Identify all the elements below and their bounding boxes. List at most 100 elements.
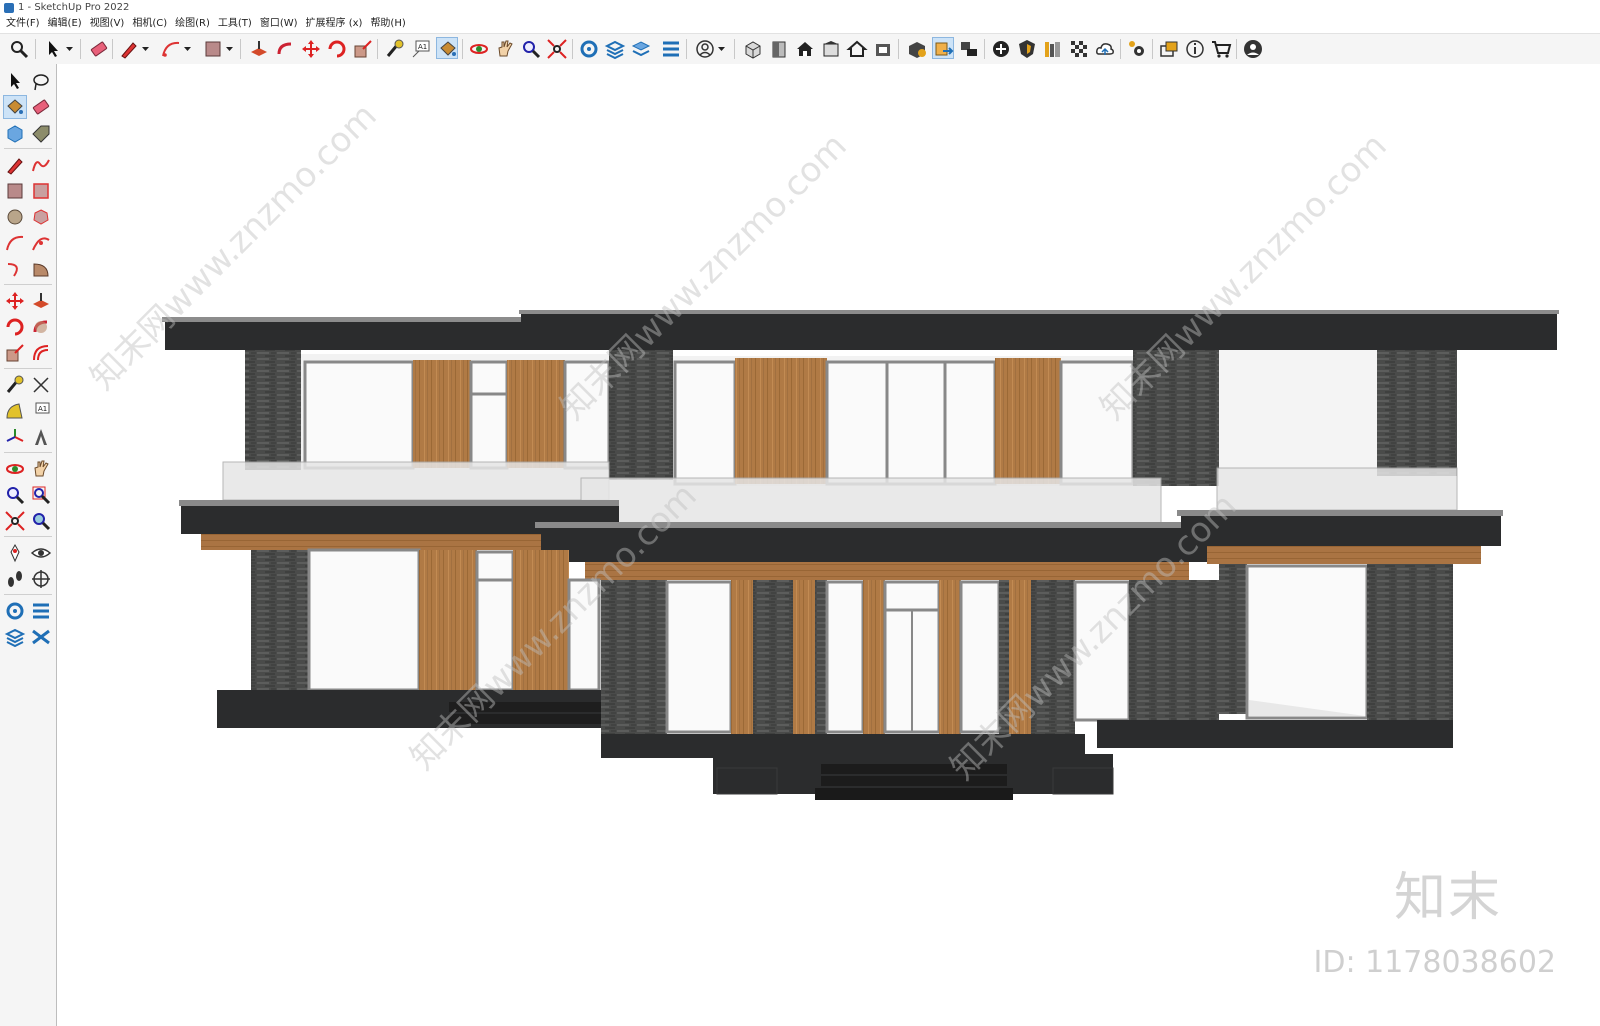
zoom-extents-icon[interactable] <box>4 510 26 532</box>
text-icon[interactable]: A1 <box>30 400 52 422</box>
sandbox-icon[interactable] <box>578 38 600 60</box>
menu-extensions[interactable]: 扩展程序 (x) <box>302 16 367 32</box>
tag-icon[interactable] <box>30 122 52 144</box>
zoom-window-icon[interactable] <box>30 484 52 506</box>
camera-icon[interactable] <box>958 38 980 60</box>
arc-icon[interactable] <box>4 232 26 254</box>
rotate-icon[interactable] <box>4 316 26 338</box>
menu-view[interactable]: 视图(V) <box>86 16 129 32</box>
line-icon[interactable] <box>4 154 26 176</box>
zoom-extents-icon[interactable] <box>546 38 568 60</box>
components-icon[interactable] <box>630 38 652 60</box>
home-view-icon[interactable] <box>794 38 816 60</box>
zoom-window-icon[interactable] <box>520 38 542 60</box>
pan-icon[interactable] <box>494 38 516 60</box>
layers-icon[interactable] <box>604 38 626 60</box>
ground-stone-left <box>251 550 309 692</box>
circle-icon[interactable] <box>4 206 26 228</box>
shield-icon[interactable] <box>1016 38 1038 60</box>
look-around-icon[interactable] <box>30 542 52 564</box>
add-icon[interactable] <box>990 38 1012 60</box>
styles-icon[interactable] <box>30 600 52 622</box>
protractor-icon[interactable] <box>4 400 26 422</box>
menu-draw[interactable]: 绘图(R) <box>171 16 214 32</box>
dimension-icon[interactable] <box>30 374 52 396</box>
menu-help[interactable]: 帮助(H) <box>366 16 409 32</box>
menu-tools[interactable]: 工具(T) <box>214 16 256 32</box>
iso-view-icon[interactable] <box>742 38 764 60</box>
3d-text-icon[interactable] <box>30 426 52 448</box>
pencil-dropdown-icon[interactable] <box>142 40 149 58</box>
paint-bucket-icon[interactable] <box>3 95 27 119</box>
zoom-icon[interactable] <box>8 38 30 60</box>
select-icon[interactable] <box>42 38 64 60</box>
pie-icon[interactable] <box>30 258 52 280</box>
two-point-arc-icon[interactable] <box>30 232 52 254</box>
arc-dropdown-icon[interactable] <box>184 40 191 58</box>
lasso-icon[interactable] <box>30 70 52 92</box>
three-point-arc-icon[interactable] <box>4 258 26 280</box>
section-icon[interactable] <box>872 38 894 60</box>
menu-file[interactable]: 文件(F) <box>2 16 44 32</box>
sandbox-icon[interactable] <box>4 600 26 622</box>
rotated-rectangle-icon[interactable] <box>30 180 52 202</box>
follow-me-icon[interactable] <box>30 316 52 338</box>
arc-icon[interactable] <box>160 38 182 60</box>
menu-camera[interactable]: 相机(C) <box>128 16 171 32</box>
push-pull-icon[interactable] <box>30 290 52 312</box>
rectangle-icon[interactable] <box>4 180 26 202</box>
shape-dropdown-icon[interactable] <box>226 40 233 58</box>
warehouse-icon[interactable] <box>906 38 928 60</box>
rotate-icon[interactable] <box>326 38 348 60</box>
orbit-icon[interactable] <box>468 38 490 60</box>
extension-warehouse-icon[interactable] <box>932 37 954 59</box>
rectangle-icon[interactable] <box>202 38 224 60</box>
position-camera-icon[interactable] <box>4 542 26 564</box>
orbit-icon[interactable] <box>4 458 26 480</box>
account-icon[interactable] <box>1242 38 1264 60</box>
menu-window[interactable]: 窗口(W) <box>256 16 302 32</box>
styles-icon[interactable] <box>660 38 682 60</box>
tape-measure-icon[interactable] <box>384 38 406 60</box>
text-icon[interactable]: A1 <box>410 38 432 60</box>
pencil-icon[interactable] <box>118 38 140 60</box>
previous-view-icon[interactable] <box>30 510 52 532</box>
select-dropdown-icon[interactable] <box>66 40 73 58</box>
move-icon[interactable] <box>4 290 26 312</box>
push-pull-icon[interactable] <box>248 38 270 60</box>
outliner-icon[interactable] <box>1158 38 1180 60</box>
follow-me-icon[interactable] <box>274 38 296 60</box>
make-component-icon[interactable] <box>4 122 26 144</box>
user-dropdown-icon[interactable] <box>718 40 725 58</box>
section-plane-icon[interactable] <box>30 568 52 590</box>
model-viewport[interactable]: 知末网www.znzmo.com 知末网www.znzmo.com 知末网www… <box>57 64 1600 1026</box>
scenes-icon[interactable] <box>30 626 52 648</box>
walk-icon[interactable] <box>4 568 26 590</box>
offset-icon[interactable] <box>30 342 52 364</box>
info-icon[interactable] <box>1184 38 1206 60</box>
house-outline-icon[interactable] <box>846 38 868 60</box>
freehand-icon[interactable] <box>30 154 52 176</box>
move-icon[interactable] <box>300 38 322 60</box>
pan-icon[interactable] <box>30 458 52 480</box>
materials-icon[interactable] <box>1068 38 1090 60</box>
paint-bucket-icon[interactable] <box>436 37 458 59</box>
axes-icon[interactable] <box>4 426 26 448</box>
cart-icon[interactable] <box>1210 38 1232 60</box>
eraser-icon[interactable] <box>88 38 110 60</box>
menu-edit[interactable]: 编辑(E) <box>44 16 86 32</box>
library-icon[interactable] <box>1042 38 1064 60</box>
zoom-icon[interactable] <box>4 484 26 506</box>
tape-measure-icon[interactable] <box>4 374 26 396</box>
select-icon[interactable] <box>4 70 26 92</box>
layers-icon[interactable] <box>4 626 26 648</box>
polygon-icon[interactable] <box>30 206 52 228</box>
scale-icon[interactable] <box>4 342 26 364</box>
scale-icon[interactable] <box>352 38 374 60</box>
front-view-icon[interactable] <box>768 38 790 60</box>
user-icon[interactable] <box>694 38 716 60</box>
eraser-icon[interactable] <box>30 96 52 118</box>
top-view-icon[interactable] <box>820 38 842 60</box>
settings-icon[interactable] <box>1126 38 1148 60</box>
cloud-icon[interactable] <box>1094 38 1116 60</box>
